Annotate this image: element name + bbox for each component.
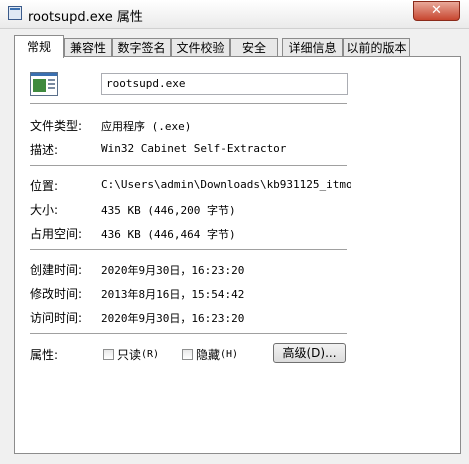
tab-general[interactable]: 常规 <box>14 35 64 58</box>
location-label: 位置: <box>30 179 59 193</box>
separator <box>30 103 347 105</box>
close-button[interactable]: ✕ <box>413 1 460 21</box>
tab-compatibility[interactable]: 兼容性 <box>64 38 112 57</box>
readonly-access-key: (R) <box>141 348 160 360</box>
tab-details[interactable]: 详细信息 <box>282 38 343 57</box>
tab-file-checksum[interactable]: 文件校验 <box>171 38 230 57</box>
size-on-disk-value: 436 KB (446,464 字节) <box>101 228 236 241</box>
window-title: rootsupd.exe 属性 <box>28 10 143 25</box>
readonly-checkbox-box[interactable] <box>103 348 114 360</box>
size-on-disk-label: 占用空间: <box>30 227 83 241</box>
separator <box>30 249 347 251</box>
location-value: C:\Users\admin\Downloads\kb931125_itmop.… <box>101 178 351 191</box>
file-type-value: 应用程序 (.exe) <box>101 120 192 133</box>
advanced-button[interactable]: 高级(D)... <box>273 343 346 363</box>
tab-previous-versions[interactable]: 以前的版本 <box>343 38 410 57</box>
modified-label: 修改时间: <box>30 287 83 301</box>
application-icon <box>30 72 58 96</box>
created-value: 2020年9月30日，16:23:20 <box>101 264 245 277</box>
size-value: 435 KB (446,200 字节) <box>101 204 236 217</box>
window-icon <box>8 6 22 20</box>
hidden-access-key: (H) <box>220 348 239 360</box>
created-label: 创建时间: <box>30 263 83 277</box>
accessed-label: 访问时间: <box>30 311 83 325</box>
hidden-checkbox-label: 隐藏 <box>196 347 221 362</box>
description-label: 描述: <box>30 143 59 157</box>
general-panel <box>14 56 461 454</box>
separator <box>30 333 347 335</box>
readonly-checkbox-label: 只读 <box>117 347 142 362</box>
hidden-checkbox[interactable]: 隐藏 (H) <box>182 347 239 362</box>
tab-security[interactable]: 安全 <box>230 38 278 57</box>
hidden-checkbox-box[interactable] <box>182 348 193 360</box>
file-type-label: 文件类型: <box>30 119 83 133</box>
tab-digital-signatures[interactable]: 数字签名 <box>112 38 171 57</box>
separator <box>30 165 347 167</box>
modified-value: 2013年8月16日，15:54:42 <box>101 288 245 301</box>
attributes-label: 属性: <box>30 348 59 362</box>
description-value: Win32 Cabinet Self-Extractor <box>101 142 287 155</box>
title-bar: rootsupd.exe 属性 ✕ <box>0 0 469 29</box>
readonly-checkbox[interactable]: 只读 (R) <box>103 347 160 362</box>
size-label: 大小: <box>30 203 59 217</box>
accessed-value: 2020年9月30日，16:23:20 <box>101 312 245 325</box>
file-name-field[interactable]: rootsupd.exe <box>101 73 348 95</box>
